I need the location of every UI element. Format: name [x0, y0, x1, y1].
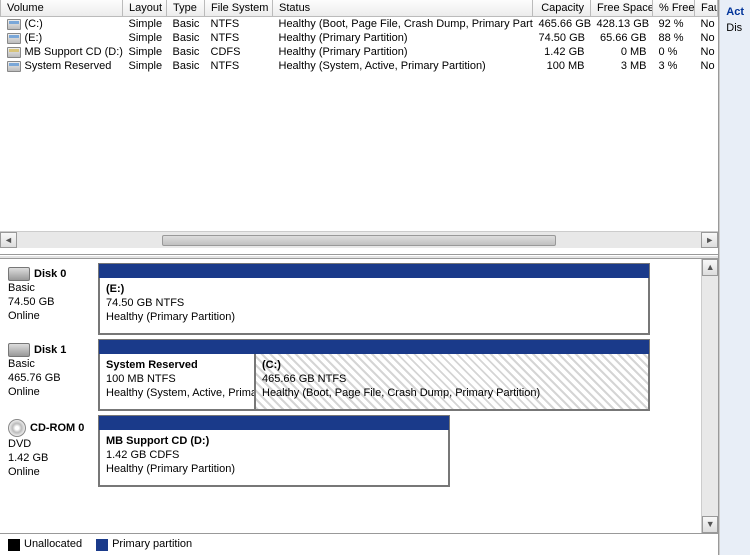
- legend-unallocated: Unallocated: [8, 538, 82, 550]
- actions-item[interactable]: Dis: [722, 20, 748, 36]
- scroll-left-arrow-icon[interactable]: ◄: [0, 232, 17, 248]
- volume-row[interactable]: System Reserved Simple Basic NTFS Health…: [1, 59, 718, 73]
- disk-info[interactable]: Disk 1 Basic 465.76 GB Online: [6, 339, 98, 411]
- cdrom-icon: [8, 419, 26, 437]
- volume-row[interactable]: MB Support CD (D:) Simple Basic CDFS Hea…: [1, 45, 718, 59]
- partition-system-reserved[interactable]: System Reserved 100 MB NTFS Healthy (Sys…: [99, 354, 255, 410]
- drive-icon: [7, 61, 21, 72]
- col-freespace[interactable]: Free Space: [591, 0, 653, 17]
- disk-row: Disk 0 Basic 74.50 GB Online (E:) 74.50 …: [0, 259, 701, 335]
- disk-row: CD-ROM 0 DVD 1.42 GB Online MB Support C…: [0, 411, 701, 487]
- volume-row[interactable]: (E:) Simple Basic NTFS Healthy (Primary …: [1, 31, 718, 45]
- primary-swatch-icon: [96, 539, 108, 551]
- drive-icon: [7, 19, 21, 30]
- scroll-track[interactable]: [17, 232, 701, 248]
- disk-info[interactable]: CD-ROM 0 DVD 1.42 GB Online: [6, 415, 98, 487]
- col-capacity[interactable]: Capacity: [533, 0, 591, 17]
- volume-row[interactable]: (C:) Simple Basic NTFS Healthy (Boot, Pa…: [1, 17, 718, 32]
- disk-header-bar: [99, 340, 649, 354]
- legend-bar: Unallocated Primary partition: [0, 533, 718, 555]
- volume-table[interactable]: Volume Layout Type File System Status Ca…: [0, 0, 718, 73]
- disk-header-bar: [99, 416, 449, 430]
- col-volume[interactable]: Volume: [1, 0, 123, 17]
- scroll-thumb[interactable]: [162, 235, 557, 246]
- scroll-down-arrow-icon[interactable]: ▼: [702, 516, 718, 533]
- cd-drive-icon: [7, 47, 21, 58]
- disk-info[interactable]: Disk 0 Basic 74.50 GB Online: [6, 263, 98, 335]
- partition-c[interactable]: (C:) 465.66 GB NTFS Healthy (Boot, Page …: [255, 354, 649, 410]
- hard-disk-icon: [8, 343, 30, 357]
- disk-graphic: System Reserved 100 MB NTFS Healthy (Sys…: [98, 339, 650, 411]
- col-status[interactable]: Status: [273, 0, 533, 17]
- volume-list-pane: Volume Layout Type File System Status Ca…: [0, 0, 718, 255]
- col-layout[interactable]: Layout: [123, 0, 167, 17]
- disk-management-main: Volume Layout Type File System Status Ca…: [0, 0, 719, 555]
- hard-disk-icon: [8, 267, 30, 281]
- col-filesystem[interactable]: File System: [205, 0, 273, 17]
- volume-list-empty-space[interactable]: [0, 73, 718, 231]
- column-header-row[interactable]: Volume Layout Type File System Status Ca…: [1, 0, 718, 17]
- drive-icon: [7, 33, 21, 44]
- scroll-up-arrow-icon[interactable]: ▲: [702, 259, 718, 276]
- vertical-scrollbar[interactable]: ▲ ▼: [701, 259, 718, 533]
- unallocated-swatch-icon: [8, 539, 20, 551]
- horizontal-scrollbar[interactable]: ◄ ►: [0, 231, 718, 248]
- col-type[interactable]: Type: [167, 0, 205, 17]
- disk-header-bar: [99, 264, 649, 278]
- disk-graphic-pane: Disk 0 Basic 74.50 GB Online (E:) 74.50 …: [0, 259, 718, 555]
- partition-cd[interactable]: MB Support CD (D:) 1.42 GB CDFS Healthy …: [99, 430, 449, 486]
- disk-graphic: (E:) 74.50 GB NTFS Healthy (Primary Part…: [98, 263, 650, 335]
- scroll-track[interactable]: [702, 276, 718, 516]
- disk-graphic: MB Support CD (D:) 1.42 GB CDFS Healthy …: [98, 415, 450, 487]
- legend-primary: Primary partition: [96, 538, 192, 550]
- partition[interactable]: (E:) 74.50 GB NTFS Healthy (Primary Part…: [99, 278, 649, 334]
- disk-row: Disk 1 Basic 465.76 GB Online System Res…: [0, 335, 701, 411]
- actions-panel: Act Dis: [719, 0, 750, 555]
- col-fault[interactable]: Fault: [695, 0, 718, 17]
- scroll-right-arrow-icon[interactable]: ►: [701, 232, 718, 248]
- col-pctfree[interactable]: % Free: [653, 0, 695, 17]
- actions-heading[interactable]: Act: [722, 4, 748, 20]
